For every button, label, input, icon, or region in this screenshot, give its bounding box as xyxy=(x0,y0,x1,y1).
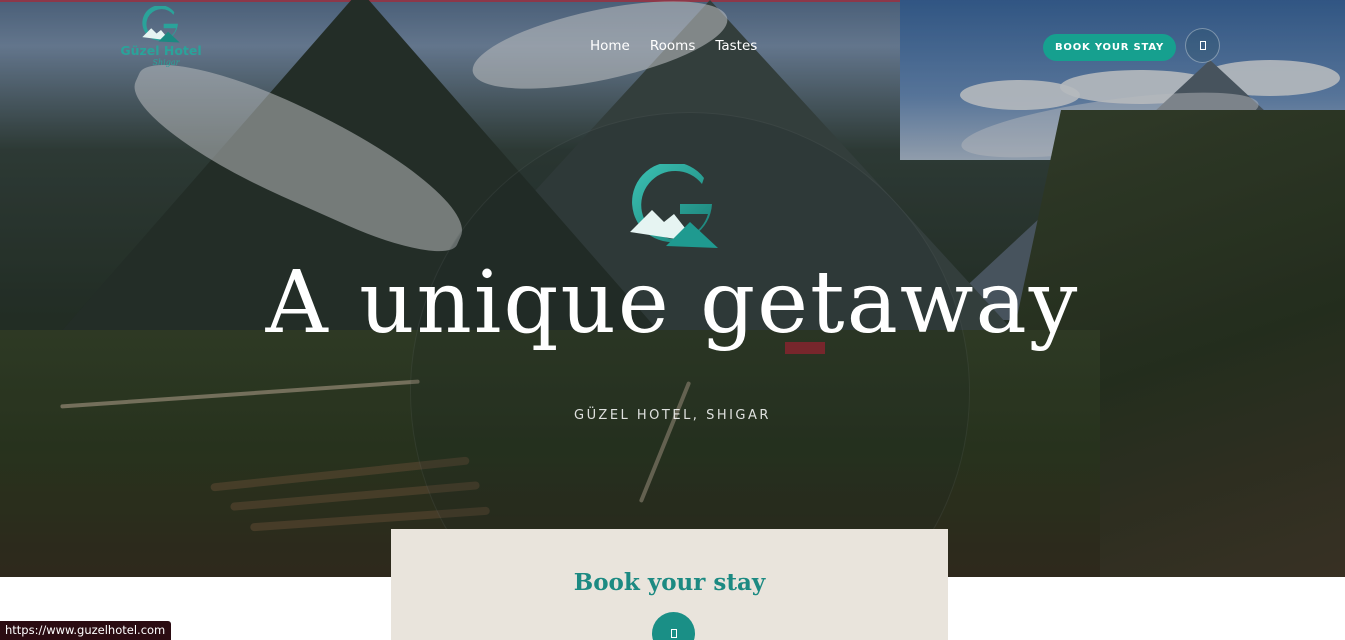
booking-calendar-button[interactable] xyxy=(652,612,695,640)
main-nav: Home Rooms Tastes xyxy=(590,38,757,54)
hero-logo-icon xyxy=(630,164,718,248)
nav-item-home[interactable]: Home xyxy=(590,38,630,54)
hero-subline: GÜZEL HOTEL, SHIGAR xyxy=(574,408,771,423)
brand-name: Güzel Hotel xyxy=(120,43,202,58)
book-your-stay-button[interactable]: BOOK YOUR STAY xyxy=(1043,34,1176,61)
nav-item-tastes[interactable]: Tastes xyxy=(715,38,757,54)
menu-icon xyxy=(1199,41,1206,50)
booking-panel: Book your stay xyxy=(391,529,948,640)
brand-logo-link[interactable]: Güzel Hotel Shigar xyxy=(118,6,204,76)
calendar-icon xyxy=(670,629,677,638)
booking-panel-title: Book your stay xyxy=(573,569,766,596)
brand-location-tag: Shigar xyxy=(152,58,180,67)
g-mountain-logo-icon xyxy=(142,6,180,43)
status-bar-url: https://www.guzelhotel.com xyxy=(0,621,172,640)
nav-item-rooms[interactable]: Rooms xyxy=(650,38,695,54)
hero-headline: A unique getaway xyxy=(265,253,1080,353)
menu-button[interactable] xyxy=(1185,28,1220,63)
